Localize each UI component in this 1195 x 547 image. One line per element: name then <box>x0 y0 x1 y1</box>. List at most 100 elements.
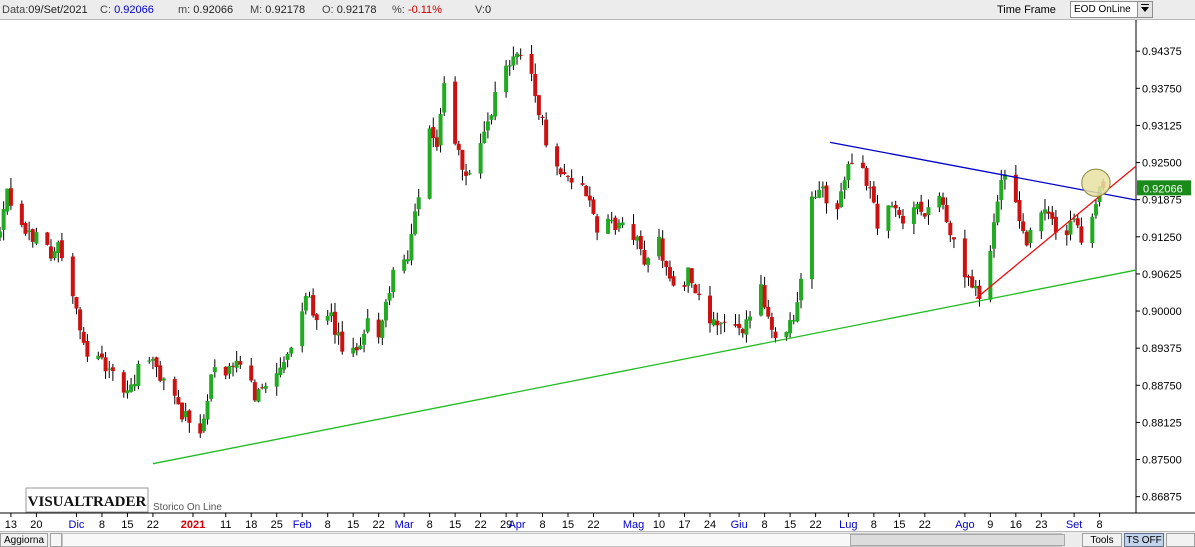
min-value: 0.92066 <box>193 4 234 16</box>
open-field: O: 0.92178 <box>322 4 376 16</box>
candle-body <box>587 195 592 201</box>
candle-body <box>744 319 749 335</box>
candle-body <box>748 316 753 321</box>
y-tick-label: 0.89375 <box>1142 343 1182 355</box>
candle-body <box>70 256 75 297</box>
x-tick-label: 8 <box>427 519 433 531</box>
x-tick-label: Giu <box>731 519 748 531</box>
candle-body <box>249 365 254 381</box>
candle-body <box>762 285 767 308</box>
candle-body <box>511 56 516 66</box>
candle-body <box>1 209 6 230</box>
candle-body <box>387 293 392 301</box>
x-tick-label: 13 <box>5 519 17 531</box>
dropdown-arrow-icon[interactable] <box>1137 2 1152 17</box>
candle-body <box>715 320 720 326</box>
candle-body <box>209 374 214 399</box>
candle-body <box>616 223 621 229</box>
candle-body <box>74 297 79 309</box>
candle-body <box>660 238 665 261</box>
ts-off-button[interactable]: TS OFF <box>1124 533 1164 547</box>
candle-body <box>107 368 112 370</box>
x-tick-label: 22 <box>809 519 821 531</box>
candle-body <box>1090 216 1095 244</box>
x-tick-label: 22 <box>919 519 931 531</box>
timeframe-select[interactable]: EOD OnLine <box>1070 1 1153 18</box>
candle-body <box>1068 221 1073 235</box>
candle-body <box>467 173 472 175</box>
candle-body <box>434 137 439 147</box>
y-tick-label: 0.87500 <box>1142 455 1182 467</box>
candle-body <box>23 222 28 234</box>
scroll-left-button[interactable] <box>50 533 62 547</box>
candle-body <box>1053 216 1058 233</box>
candle-body <box>733 324 738 326</box>
candle-body <box>198 423 203 434</box>
candle-body <box>897 210 902 215</box>
x-tick-label: 15 <box>893 519 905 531</box>
candle-body <box>769 317 774 330</box>
candle-body <box>886 205 891 231</box>
x-tick-label: 22 <box>373 519 385 531</box>
x-tick-label: 8 <box>325 519 331 531</box>
candle-body <box>161 378 166 381</box>
candle-body <box>183 411 188 418</box>
candle-body <box>19 203 24 225</box>
x-tick-label: 10 <box>653 519 665 531</box>
close-label: C: <box>100 4 111 16</box>
candle-body <box>314 314 319 321</box>
refresh-button[interactable]: Aggiorna <box>0 533 48 547</box>
candle-body <box>34 232 39 244</box>
x-tick-label: 15 <box>449 519 461 531</box>
x-tick-label: 8 <box>871 519 877 531</box>
candle-body <box>340 331 345 352</box>
candle-body <box>860 162 865 169</box>
x-tick-label: 8 <box>539 519 545 531</box>
candle-body <box>416 197 421 210</box>
candle-body <box>1050 212 1055 219</box>
candle-body <box>708 295 712 324</box>
price-chart[interactable]: 0.94375 0.93750 0.93125 0.92500 0.91875 0.912… <box>0 20 1195 531</box>
candle-body <box>282 362 286 370</box>
visualtrader-logo: VISUALTRADER <box>25 487 149 513</box>
candle-body <box>791 319 796 322</box>
tools-button[interactable]: Tools <box>1082 533 1122 547</box>
candle-body <box>1093 204 1098 216</box>
candle-body <box>460 149 465 170</box>
y-tick-label: 0.88750 <box>1142 380 1182 392</box>
candle-body <box>973 286 978 289</box>
scroll-thumb[interactable] <box>850 534 1065 546</box>
candle-body <box>591 199 596 214</box>
candle-body <box>529 53 534 74</box>
candle-body <box>504 65 509 93</box>
candle-body <box>813 196 818 198</box>
candle-body <box>784 331 789 338</box>
candle-body <box>263 386 268 389</box>
x-tick-label: 24 <box>704 519 716 531</box>
candle-body <box>850 162 854 164</box>
x-tick-label: Ago <box>955 519 975 531</box>
candle-body <box>584 185 589 197</box>
candle-body <box>646 258 651 265</box>
x-tick-label: Dic <box>69 519 85 531</box>
candle-body <box>995 201 1000 223</box>
candle-body <box>231 365 236 367</box>
candle-body <box>478 143 483 174</box>
candle-body <box>1042 209 1047 214</box>
candle-body <box>176 397 181 405</box>
candle-body <box>533 74 538 96</box>
candle-body <box>274 373 279 387</box>
candle-body <box>937 195 942 208</box>
x-tick-label: 9 <box>987 519 993 531</box>
min-field: m: 0.92066 <box>178 4 233 16</box>
candle-body <box>569 177 574 183</box>
candle-body <box>453 81 458 144</box>
candle-body <box>405 259 410 262</box>
candle-body <box>383 301 388 321</box>
candle-body <box>110 367 115 372</box>
candle-body <box>631 224 636 240</box>
candle-body <box>311 295 316 316</box>
candle-body <box>332 311 337 335</box>
candle-body <box>613 217 618 231</box>
candle-body <box>147 360 152 362</box>
